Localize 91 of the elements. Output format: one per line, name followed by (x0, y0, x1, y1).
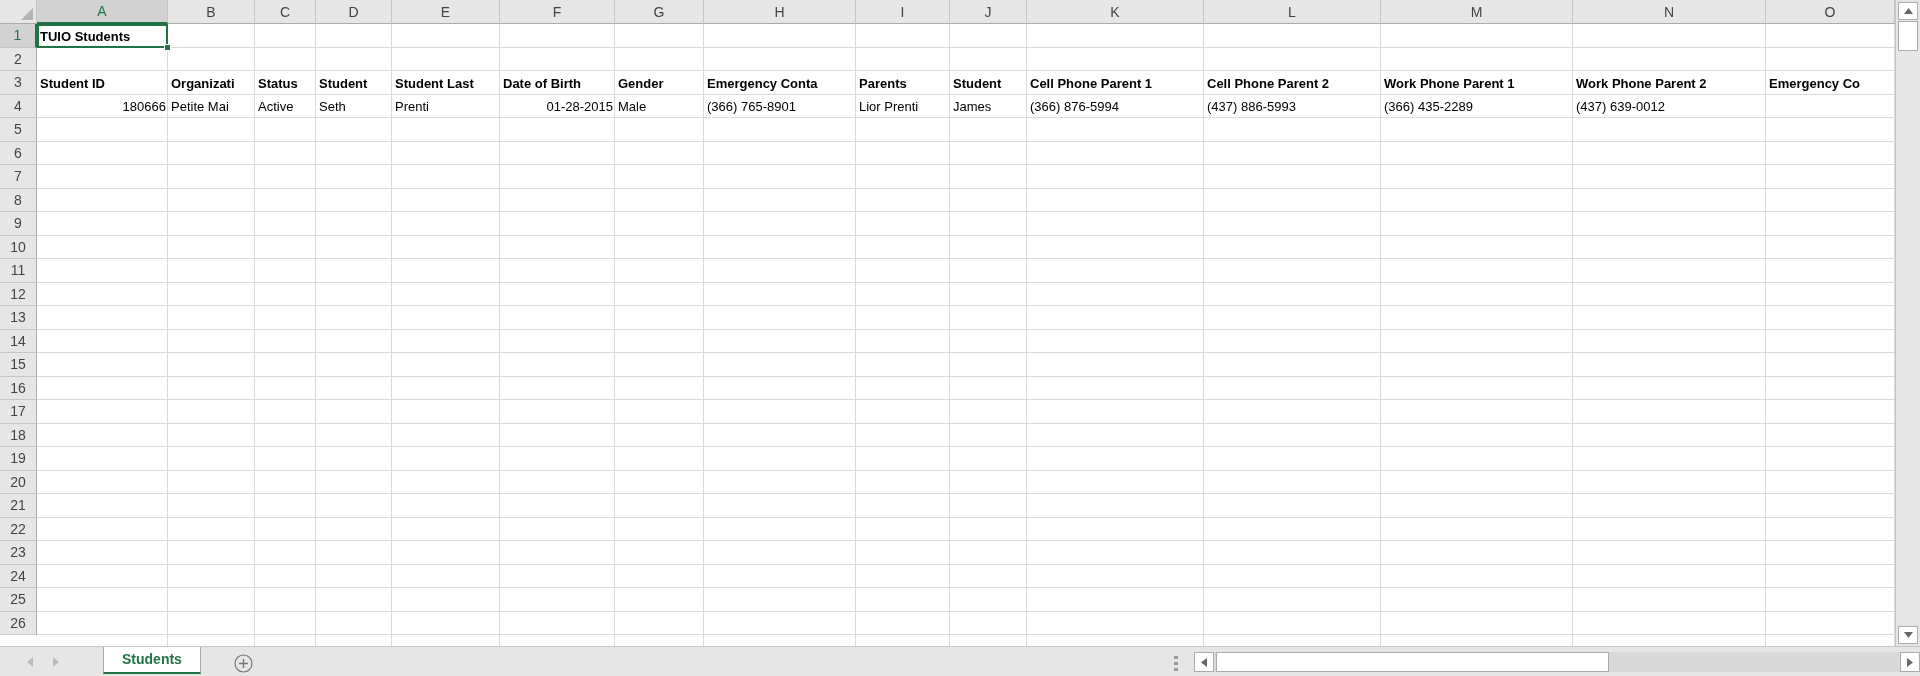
scroll-thumb[interactable] (1898, 21, 1918, 51)
table-cell-text: Date of Birth (502, 75, 582, 93)
table-cell-text: Status (257, 75, 299, 93)
next-sheet-icon[interactable] (53, 657, 59, 667)
table-cell-text: Student (318, 75, 369, 93)
previous-sheet-icon[interactable] (27, 657, 33, 667)
table-cell-text: Emergency Co (1768, 75, 1862, 93)
row-header[interactable]: 6 (0, 141, 37, 165)
row-header[interactable]: 19 (0, 447, 37, 471)
row-header[interactable]: 4 (0, 94, 37, 118)
down-arrow-icon (1903, 632, 1913, 638)
table-cell-text: Work Phone Parent 2 (1575, 75, 1708, 93)
row-header[interactable]: 20 (0, 470, 37, 494)
up-arrow-icon (1903, 8, 1913, 14)
splitter-icon[interactable] (1174, 656, 1178, 672)
row-header[interactable]: 3 (0, 71, 37, 95)
row-header[interactable]: 24 (0, 564, 37, 588)
sheet-tab[interactable]: Students (103, 647, 201, 674)
table-cell-text: Parents (858, 75, 908, 93)
table-cell-text: Male (617, 99, 648, 116)
table-cell-text: Organizati (170, 75, 236, 93)
row-header[interactable]: 1 (0, 24, 37, 48)
add-sheet-icon[interactable] (233, 654, 253, 673)
column-header[interactable]: B (168, 0, 255, 24)
scroll-right-button[interactable] (1900, 652, 1920, 672)
horizontal-scrollbar[interactable] (1194, 652, 1920, 672)
column-header[interactable]: H (704, 0, 856, 24)
row-header[interactable]: 12 (0, 282, 37, 306)
column-header[interactable]: D (316, 0, 392, 24)
row-header[interactable]: 8 (0, 188, 37, 212)
row-header[interactable]: 2 (0, 47, 37, 71)
table-cell-text: Active (257, 99, 295, 116)
table-cell-text: (366) 435-2289 (1383, 99, 1474, 116)
scroll-thumb[interactable] (1216, 652, 1609, 672)
table-cell-text: Gender (617, 75, 665, 93)
row-header[interactable]: 26 (0, 611, 37, 635)
vertical-scrollbar[interactable] (1895, 0, 1920, 646)
scroll-down-button[interactable] (1898, 626, 1918, 644)
table-cell-text: (437) 639-0012 (1575, 99, 1666, 116)
column-header[interactable]: A (37, 0, 168, 24)
table-cell-text: (366) 876-5994 (1029, 99, 1120, 116)
table-cell-text: 180666 (121, 99, 167, 116)
row-header[interactable]: 15 (0, 353, 37, 377)
row-header[interactable]: 13 (0, 306, 37, 330)
select-all-icon[interactable] (21, 8, 33, 20)
column-header[interactable]: G (615, 0, 704, 24)
column-header[interactable]: N (1573, 0, 1766, 24)
scroll-left-button[interactable] (1194, 652, 1214, 672)
row-header[interactable]: 22 (0, 517, 37, 541)
table-cell-text: Student Last (394, 75, 475, 93)
row-header[interactable]: 18 (0, 423, 37, 447)
select-all-corner[interactable] (0, 0, 37, 24)
row-header[interactable]: 17 (0, 400, 37, 424)
table-cell-text: (366) 765-8901 (706, 99, 797, 116)
table-cell-text: 01-28-2015 (545, 99, 614, 116)
table-cell-text: Cell Phone Parent 2 (1206, 75, 1331, 93)
table-cell-text: Work Phone Parent 1 (1383, 75, 1516, 93)
row-header[interactable]: 9 (0, 212, 37, 236)
table-cell-text: Seth (318, 99, 347, 116)
table-cell-text: Student ID (39, 75, 106, 93)
column-header[interactable]: I (856, 0, 950, 24)
fill-handle[interactable] (164, 43, 171, 51)
right-arrow-icon (1907, 657, 1913, 667)
scroll-up-button[interactable] (1898, 2, 1918, 20)
table-cell-text: James (952, 99, 993, 116)
table-cell-text: Cell Phone Parent 1 (1029, 75, 1154, 93)
row-header[interactable]: 7 (0, 165, 37, 189)
left-arrow-icon (1201, 657, 1207, 667)
table-cell-text: Petite Mai (170, 99, 230, 116)
column-header[interactable]: O (1766, 0, 1895, 24)
row-header[interactable]: 16 (0, 376, 37, 400)
table-cell-text: Lior Prenti (858, 99, 920, 116)
row-header[interactable]: 14 (0, 329, 37, 353)
column-header[interactable]: L (1204, 0, 1381, 24)
table-cell-text: Prenti (394, 99, 430, 116)
column-header[interactable]: J (950, 0, 1027, 24)
column-header[interactable]: E (392, 0, 500, 24)
table-cell-text: Emergency Conta (706, 75, 819, 93)
row-header[interactable]: 10 (0, 235, 37, 259)
column-header[interactable]: M (1381, 0, 1573, 24)
row-header[interactable]: 23 (0, 541, 37, 565)
row-header[interactable]: 21 (0, 494, 37, 518)
row-header[interactable]: 25 (0, 588, 37, 612)
table-cell-text: TUIO Students (39, 28, 132, 46)
row-header[interactable]: 11 (0, 259, 37, 283)
row-header[interactable]: 5 (0, 118, 37, 142)
column-header[interactable]: C (255, 0, 316, 24)
column-header[interactable]: K (1027, 0, 1204, 24)
column-header[interactable]: F (500, 0, 615, 24)
table-cell-text: Student (952, 75, 1003, 93)
table-cell-text: (437) 886-5993 (1206, 99, 1297, 116)
